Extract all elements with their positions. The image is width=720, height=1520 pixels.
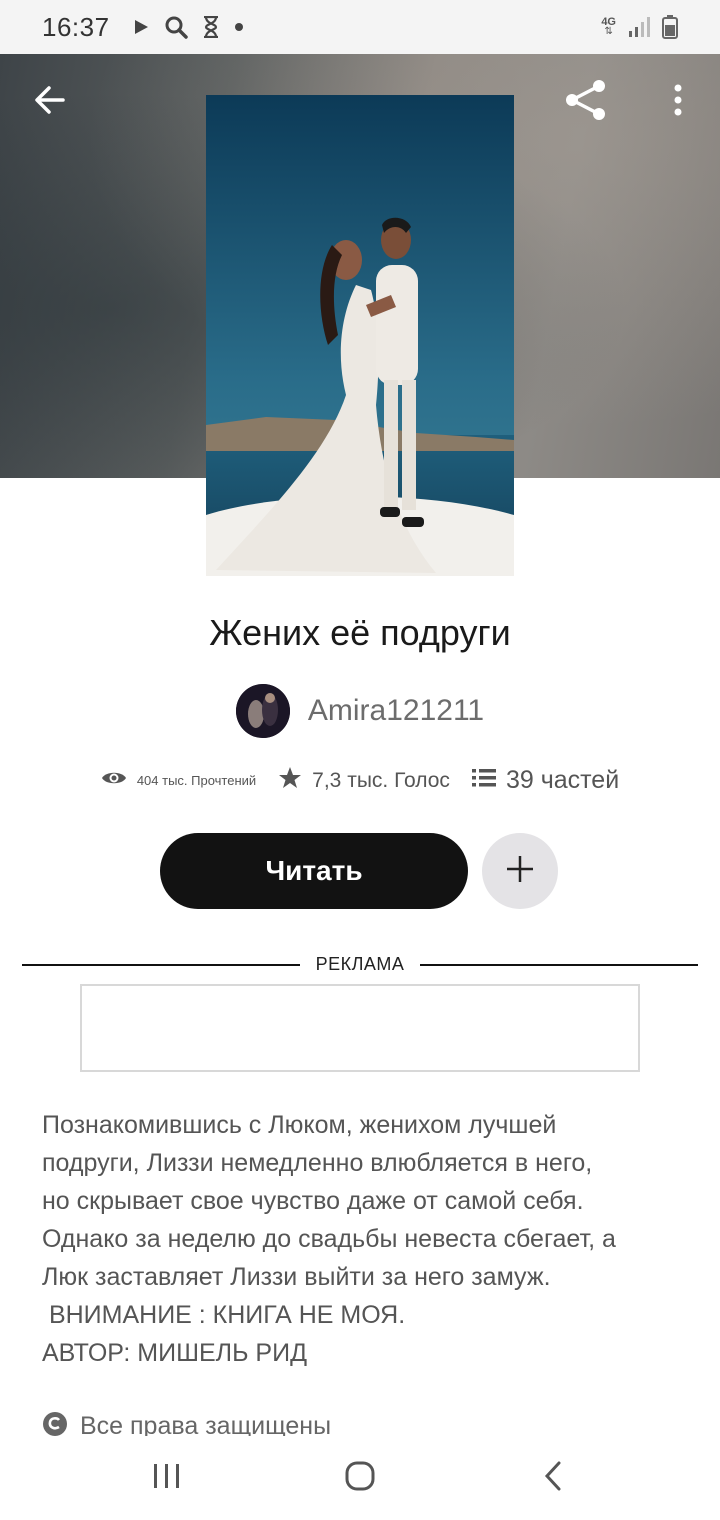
share-button[interactable] bbox=[560, 76, 612, 128]
status-icons-left bbox=[132, 15, 244, 39]
home-button[interactable] bbox=[320, 1448, 400, 1508]
book-description: Познакомившись с Люком, женихом лучшей п… bbox=[42, 1111, 616, 1367]
eye-icon bbox=[101, 769, 127, 792]
parts-count[interactable]: 39 частей bbox=[506, 766, 619, 795]
stat-parts[interactable]: 39 частей bbox=[471, 766, 619, 795]
read-button[interactable]: Читать bbox=[160, 833, 468, 909]
data-arrows-icon: ⇅ bbox=[604, 26, 613, 37]
dot-icon bbox=[234, 22, 244, 32]
plus-icon bbox=[505, 854, 535, 889]
status-time: 16:37 bbox=[42, 11, 110, 42]
ad-line-left bbox=[22, 963, 300, 966]
more-button[interactable] bbox=[652, 76, 704, 128]
reads-count: 404 тыс. Прочтений bbox=[136, 773, 257, 788]
play-icon bbox=[132, 18, 150, 36]
book-title: Жених её подруги bbox=[209, 612, 511, 653]
signal-icon bbox=[628, 16, 650, 38]
system-back-button[interactable] bbox=[513, 1448, 593, 1508]
cover-illustration bbox=[206, 95, 514, 576]
book-cover[interactable] bbox=[206, 95, 514, 576]
ad-label: РЕКЛАМА bbox=[315, 954, 405, 974]
star-icon bbox=[278, 766, 302, 795]
battery-icon bbox=[662, 15, 678, 39]
status-icons-right: 4G ⇅ bbox=[601, 15, 678, 39]
ad-line-right bbox=[420, 963, 699, 966]
ad-slot[interactable] bbox=[80, 984, 640, 1072]
network-label: 4G ⇅ bbox=[601, 17, 616, 37]
status-bar: 16:37 4G ⇅ bbox=[0, 0, 720, 54]
author-row[interactable]: Amira121211 bbox=[0, 684, 720, 738]
add-to-library-button[interactable] bbox=[482, 833, 558, 909]
votes-count: 7,3 тыс. Голос bbox=[312, 768, 450, 792]
back-button[interactable] bbox=[24, 76, 76, 128]
more-vertical-icon bbox=[673, 83, 683, 122]
hourglass-icon bbox=[202, 16, 220, 38]
system-nav-bar bbox=[0, 1436, 720, 1520]
recent-apps-icon bbox=[152, 1462, 182, 1495]
stat-votes: 7,3 тыс. Голос bbox=[278, 766, 450, 795]
chevron-left-icon bbox=[543, 1460, 563, 1497]
arrow-left-icon bbox=[33, 83, 67, 122]
author-name[interactable]: Amira121211 bbox=[308, 694, 484, 728]
ad-divider: РЕКЛАМА bbox=[22, 954, 699, 975]
stats-row: 404 тыс. Прочтений 7,3 тыс. Голос 39 час… bbox=[0, 766, 720, 795]
author-avatar[interactable] bbox=[235, 684, 290, 738]
share-icon bbox=[564, 78, 608, 127]
search-icon bbox=[164, 15, 188, 39]
stat-reads: 404 тыс. Прочтений bbox=[101, 769, 256, 792]
list-icon bbox=[471, 768, 496, 793]
home-icon bbox=[344, 1460, 376, 1497]
recent-apps-button[interactable] bbox=[127, 1448, 207, 1508]
